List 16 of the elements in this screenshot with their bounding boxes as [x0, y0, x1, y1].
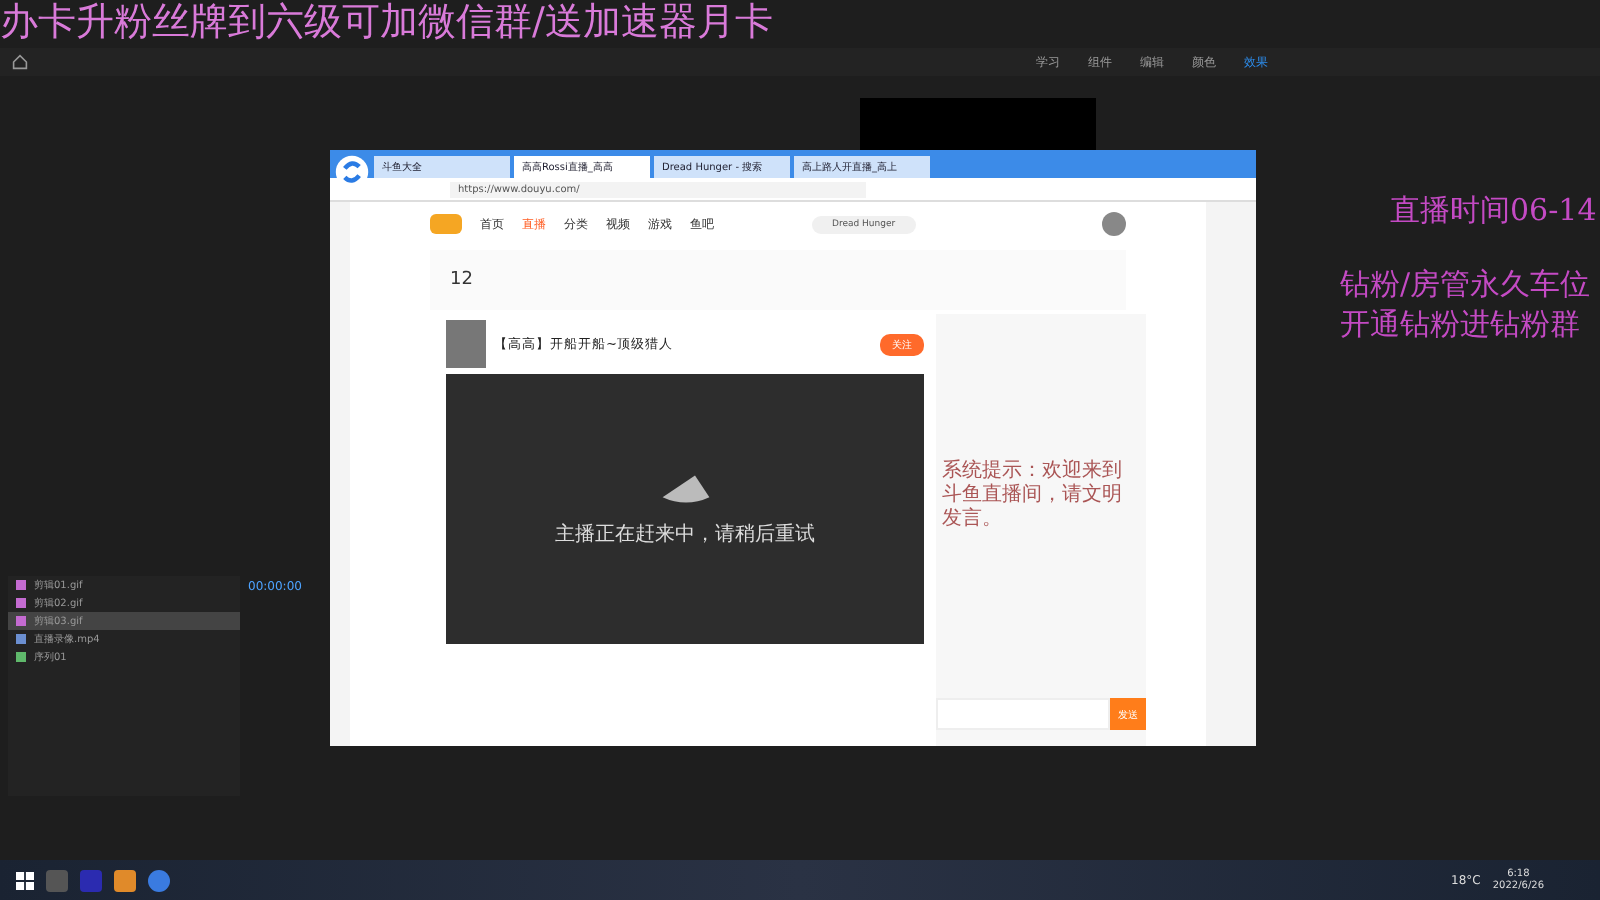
site-logo-icon[interactable]	[430, 214, 462, 234]
taskbar-app-icon[interactable]	[114, 869, 136, 891]
live-time-text: 直播时间06-14	[1390, 192, 1597, 230]
ship-icon	[657, 471, 713, 507]
chat-input[interactable]	[936, 698, 1110, 730]
windows-start-icon[interactable]	[16, 871, 34, 889]
home-icon[interactable]	[12, 54, 28, 70]
player-message: 主播正在赶来中，请稍后重试	[555, 521, 815, 547]
streamer-avatar	[446, 320, 486, 368]
notice-text: 开通钻粉进钻粉群	[1340, 304, 1582, 344]
avatar[interactable]	[1102, 212, 1126, 236]
level-number: 12	[450, 270, 473, 290]
notice-text: 钻粉/房管永久车位	[1340, 264, 1591, 304]
chat-notice: 系统提示：欢迎来到斗鱼直播间，请文明发言。	[940, 457, 1124, 534]
banner-text: 办卡升粉丝牌到六级可加微信群/送加速器月卡	[0, 0, 773, 48]
taskbar-app-icon[interactable]	[148, 869, 170, 891]
